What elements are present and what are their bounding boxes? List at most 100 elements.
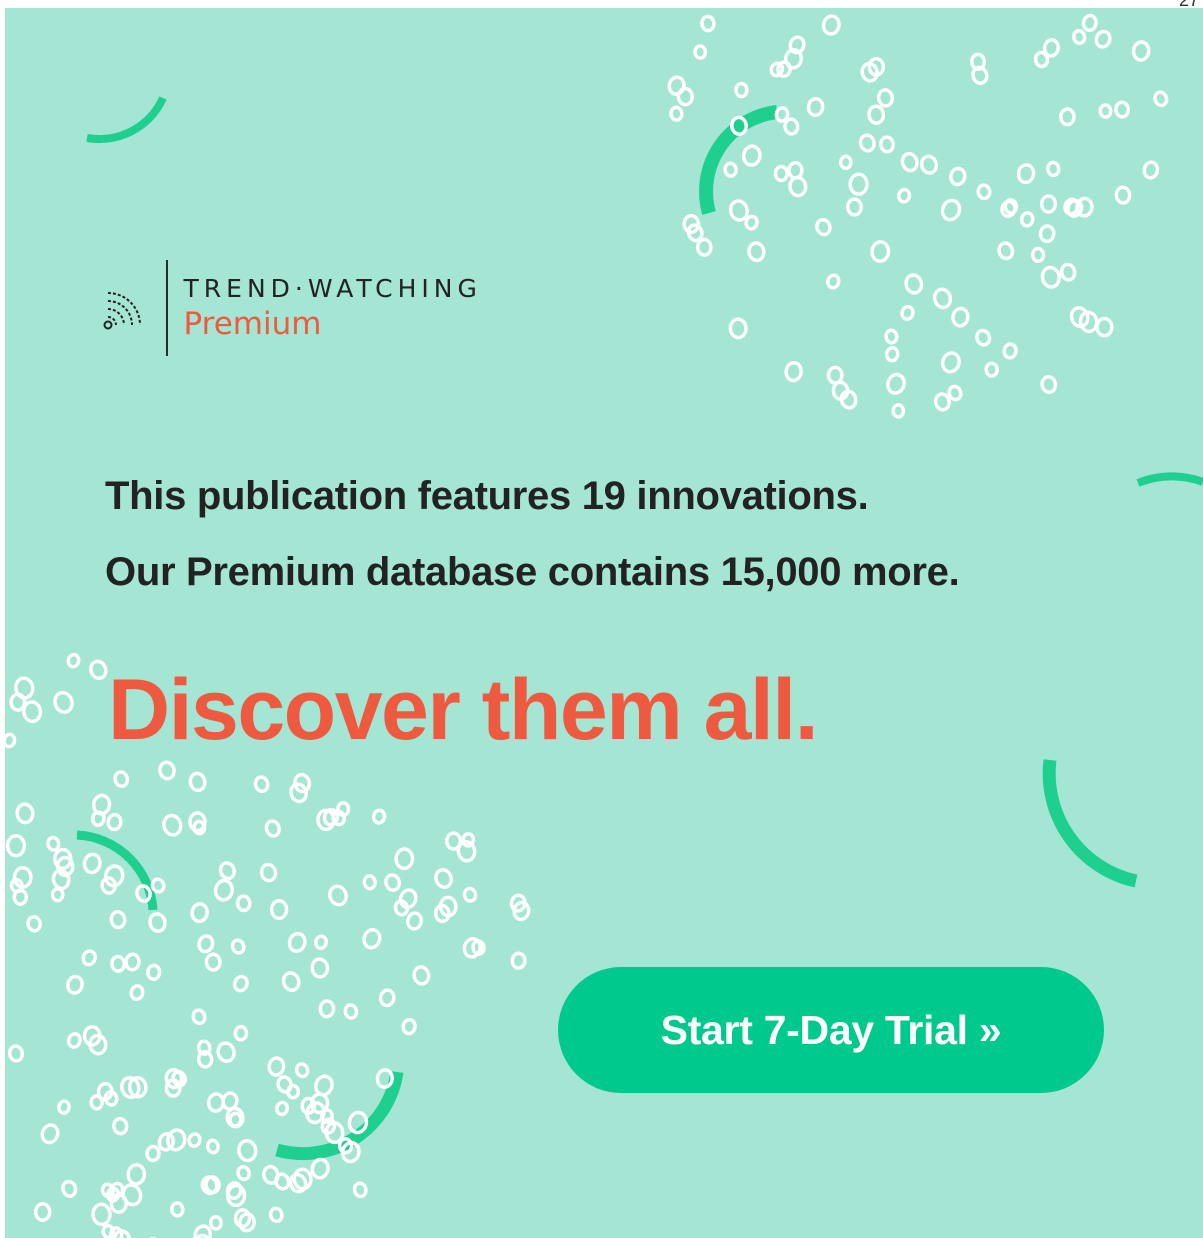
- ring-decoration: [976, 183, 992, 201]
- green-arc-decoration: [1042, 759, 1138, 888]
- ring-decoration: [1038, 224, 1056, 244]
- ring-decoration: [839, 389, 858, 410]
- ring-decoration: [904, 273, 924, 295]
- ring-decoration: [362, 927, 382, 950]
- ring-decoration: [188, 771, 207, 793]
- ring-decoration: [81, 949, 97, 967]
- ring-decoration: [294, 1062, 310, 1079]
- ring-decoration: [783, 117, 800, 136]
- ring-decoration: [206, 1092, 226, 1113]
- ring-decoration: [667, 75, 686, 96]
- ring-decoration: [310, 957, 330, 979]
- ring-decoration: [434, 867, 454, 890]
- ring-decoration: [289, 782, 308, 804]
- ring-decoration: [208, 1215, 223, 1231]
- ring-decoration: [171, 1070, 188, 1088]
- ring-decoration: [997, 241, 1015, 261]
- ring-decoration: [412, 965, 431, 986]
- brand-logo: TREND·WATCHING Premium: [100, 258, 482, 358]
- ring-decoration: [190, 902, 209, 924]
- ring-decoration: [267, 1056, 286, 1077]
- ring-decoration: [191, 1008, 207, 1026]
- ring-decoration: [281, 971, 301, 993]
- ring-decoration: [1033, 50, 1050, 69]
- logo-divider: [166, 260, 168, 356]
- ring-decoration: [237, 1138, 258, 1163]
- ring-decoration: [146, 963, 162, 981]
- brand-name: TREND·WATCHING: [183, 274, 482, 303]
- ring-decoration: [1081, 13, 1098, 33]
- ring-decoration: [15, 802, 35, 825]
- ring-decoration: [886, 372, 906, 395]
- ring-decoration: [741, 144, 762, 167]
- ring-decoration: [848, 172, 869, 196]
- ring-decoration: [235, 894, 252, 913]
- ring-decoration: [53, 690, 74, 714]
- ring-decoration: [192, 819, 207, 836]
- ring-decoration: [293, 772, 312, 794]
- ring-decoration: [205, 1138, 220, 1155]
- ring-decoration: [867, 104, 886, 125]
- ring-decoration: [216, 1041, 236, 1063]
- ring-decoration: [870, 240, 891, 264]
- ring-decoration: [328, 884, 348, 907]
- ring-decoration: [162, 813, 183, 837]
- ring-decoration: [891, 403, 906, 419]
- ring-decoration: [1098, 103, 1113, 119]
- ring-decoration: [826, 273, 841, 290]
- ring-decoration: [1142, 160, 1160, 180]
- green-arc-decoration: [699, 105, 778, 215]
- ring-decoration: [375, 1068, 394, 1089]
- ring-decoration: [5, 834, 27, 858]
- ring-decoration: [310, 1157, 330, 1180]
- start-trial-button[interactable]: Start 7-Day Trial »: [558, 967, 1104, 1093]
- ring-decoration: [343, 1003, 359, 1020]
- ring-decoration: [1131, 40, 1151, 62]
- ring-decoration: [940, 351, 961, 374]
- ring-decoration: [112, 1116, 129, 1136]
- ring-decoration: [113, 770, 130, 788]
- ring-decoration: [196, 1039, 212, 1056]
- ring-decoration: [124, 952, 141, 972]
- ring-decoration: [109, 909, 127, 930]
- ring-decoration: [66, 652, 81, 669]
- ring-decoration: [26, 914, 42, 933]
- ring-decoration: [1030, 246, 1046, 264]
- ring-decoration: [259, 862, 278, 883]
- ring-decoration: [1002, 342, 1018, 360]
- ring-decoration: [1003, 198, 1019, 215]
- ring-decoration: [838, 154, 853, 171]
- ring-decoration: [700, 14, 716, 33]
- headline-line-2: Our Premium database contains 15,000 mor…: [105, 550, 960, 594]
- ring-decoration: [1114, 100, 1131, 119]
- ring-decoration: [197, 934, 215, 954]
- ring-decoration: [66, 1032, 82, 1049]
- ring-decoration: [378, 988, 396, 1008]
- ring-decoration: [268, 1206, 284, 1224]
- ring-decoration: [213, 878, 235, 902]
- ring-decoration: [884, 345, 900, 363]
- ring-decoration: [110, 954, 127, 973]
- ring-decoration: [788, 35, 806, 55]
- ring-decoration: [406, 911, 423, 931]
- ring-decoration: [879, 135, 895, 154]
- green-arc-decoration: [86, 96, 167, 144]
- ring-decoration: [232, 974, 249, 993]
- ring-decoration: [225, 1181, 243, 1201]
- ring-decoration: [313, 934, 329, 951]
- ring-decoration: [275, 1100, 290, 1117]
- ring-decoration: [1072, 28, 1087, 46]
- logo-text: TREND·WATCHING Premium: [184, 274, 482, 342]
- ring-decoration: [170, 1201, 185, 1218]
- ring-decoration: [897, 187, 912, 204]
- ring-decoration: [106, 812, 123, 832]
- ring-decoration: [129, 984, 145, 1002]
- ring-decoration: [695, 237, 713, 257]
- ring-decoration: [61, 1179, 78, 1198]
- ring-decoration: [236, 1165, 251, 1182]
- ring-decoration: [204, 1175, 221, 1195]
- ring-decoration: [371, 808, 387, 825]
- ring-decoration: [264, 819, 281, 838]
- ring-decoration: [89, 659, 108, 681]
- ring-decoration: [1016, 163, 1036, 185]
